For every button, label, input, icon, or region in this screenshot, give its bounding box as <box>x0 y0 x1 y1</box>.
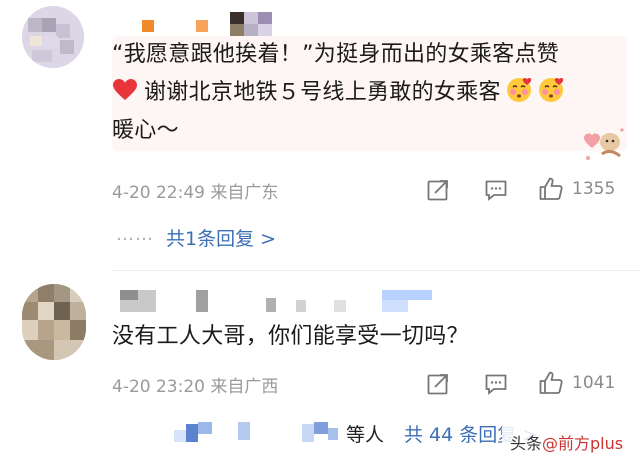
comment-timestamp: 4-20 22:49 来自广东 <box>112 183 279 203</box>
comment-text-line: 暖心～ <box>112 118 179 143</box>
comment-text-line: “我愿意跟他挨着！”为挺身而出的女乘客点赞 <box>112 42 560 67</box>
like-count: 1355 <box>572 179 616 199</box>
comment-text-line-2: 谢谢北京地铁５号线上勇敢的女乘客 <box>112 74 565 112</box>
cartoon-sticker-icon <box>578 124 628 164</box>
share-icon <box>427 180 448 201</box>
comment-button[interactable] <box>484 372 508 396</box>
replier-names-blurred <box>172 420 342 446</box>
user-avatar-blurred[interactable] <box>22 6 84 68</box>
thumbs-up-icon <box>539 371 563 394</box>
kissing-heart-emoji-icon <box>537 76 565 104</box>
user-avatar-blurred[interactable] <box>22 284 86 360</box>
username-blurred[interactable] <box>112 12 282 38</box>
kissing-heart-emoji-icon <box>505 76 533 104</box>
reply-avatars-placeholder: …… <box>116 224 154 245</box>
share-button[interactable] <box>426 372 450 396</box>
share-icon <box>427 374 448 395</box>
comment-icon <box>485 374 507 395</box>
comment-timestamp: 4-20 23:20 来自广西 <box>112 377 279 397</box>
avatar-mosaic-icon <box>22 6 84 68</box>
comment-text: 没有工人大哥，你们能享受一切吗？ <box>112 324 469 349</box>
comment-item: “我愿意跟他挨着！”为挺身而出的女乘客点赞 谢谢北京地铁５号线上勇敢的女乘客 暖… <box>0 0 640 270</box>
comment-text-segment: 谢谢北京地铁５号线上勇敢的女乘客 <box>144 80 501 105</box>
comment-icon <box>485 180 507 201</box>
view-replies-link[interactable]: 共1条回复 > <box>166 224 276 251</box>
comment-divider <box>112 270 640 271</box>
username-blurred[interactable] <box>112 290 442 316</box>
watermark-prefix: 头条 <box>510 434 543 453</box>
like-button[interactable]: 1355 <box>538 176 615 202</box>
watermark-handle: @前方plus <box>542 434 624 453</box>
reply-suffix: 等人 <box>346 424 385 446</box>
like-button[interactable]: 1041 <box>538 370 615 396</box>
comment-button[interactable] <box>484 178 508 202</box>
red-heart-emoji-icon <box>112 77 138 101</box>
like-count: 1041 <box>572 373 616 393</box>
thumbs-up-icon <box>539 177 563 200</box>
source-watermark: 头条@前方plus <box>502 420 640 462</box>
share-button[interactable] <box>426 178 450 202</box>
avatar-mosaic-icon <box>22 284 86 360</box>
